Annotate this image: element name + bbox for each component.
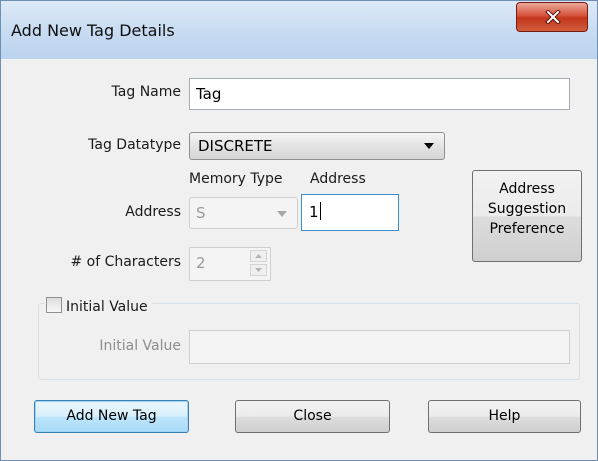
chevron-up-icon [255,254,262,258]
address-label: Address [125,204,181,220]
memory-type-select[interactable]: S [189,197,298,229]
memory-type-value: S [196,204,206,222]
initial-value-checkbox-row[interactable]: Initial Value [44,295,152,315]
close-button[interactable]: Close [235,400,390,433]
address-input[interactable]: 1 [301,194,399,231]
initial-value-checkbox-label: Initial Value [66,299,148,315]
initial-value-label: Initial Value [99,338,181,354]
address-value: 1 [309,203,319,221]
initial-value-checkbox[interactable] [46,297,62,313]
num-characters-label: # of Characters [70,254,181,270]
tag-name-input[interactable]: Tag [189,78,570,110]
chevron-down-icon [277,211,287,217]
help-button[interactable]: Help [428,400,581,433]
close-icon [545,10,561,24]
spin-up-button[interactable] [250,250,267,262]
num-characters-spinner[interactable]: 2 [189,247,271,281]
address-suggestion-label: Address Suggestion Preference [487,181,567,237]
dialog-title: Add New Tag Details [11,21,175,40]
window-close-button[interactable] [516,2,588,32]
tag-datatype-value: DISCRETE [198,137,273,155]
add-new-tag-dialog: Add New Tag Details Tag Name Tag Tag Dat… [0,0,598,461]
spin-down-button[interactable] [250,264,267,276]
add-new-tag-button[interactable]: Add New Tag [34,400,189,433]
address-suggestion-preference-button[interactable]: Address Suggestion Preference [472,170,582,262]
chevron-down-icon [424,143,434,149]
tag-name-label: Tag Name [111,84,181,100]
tag-datatype-label: Tag Datatype [88,137,181,153]
text-cursor [319,202,321,220]
address-header: Address [310,171,366,187]
chevron-down-icon [255,268,262,272]
tag-datatype-select[interactable]: DISCRETE [189,132,445,160]
spinner-buttons [250,250,267,276]
num-characters-value: 2 [196,254,206,272]
memory-type-header: Memory Type [189,171,283,187]
dialog-body: Tag Name Tag Tag Datatype DISCRETE Memor… [9,59,589,452]
initial-value-input[interactable] [189,330,570,364]
title-bar: Add New Tag Details [1,1,597,59]
